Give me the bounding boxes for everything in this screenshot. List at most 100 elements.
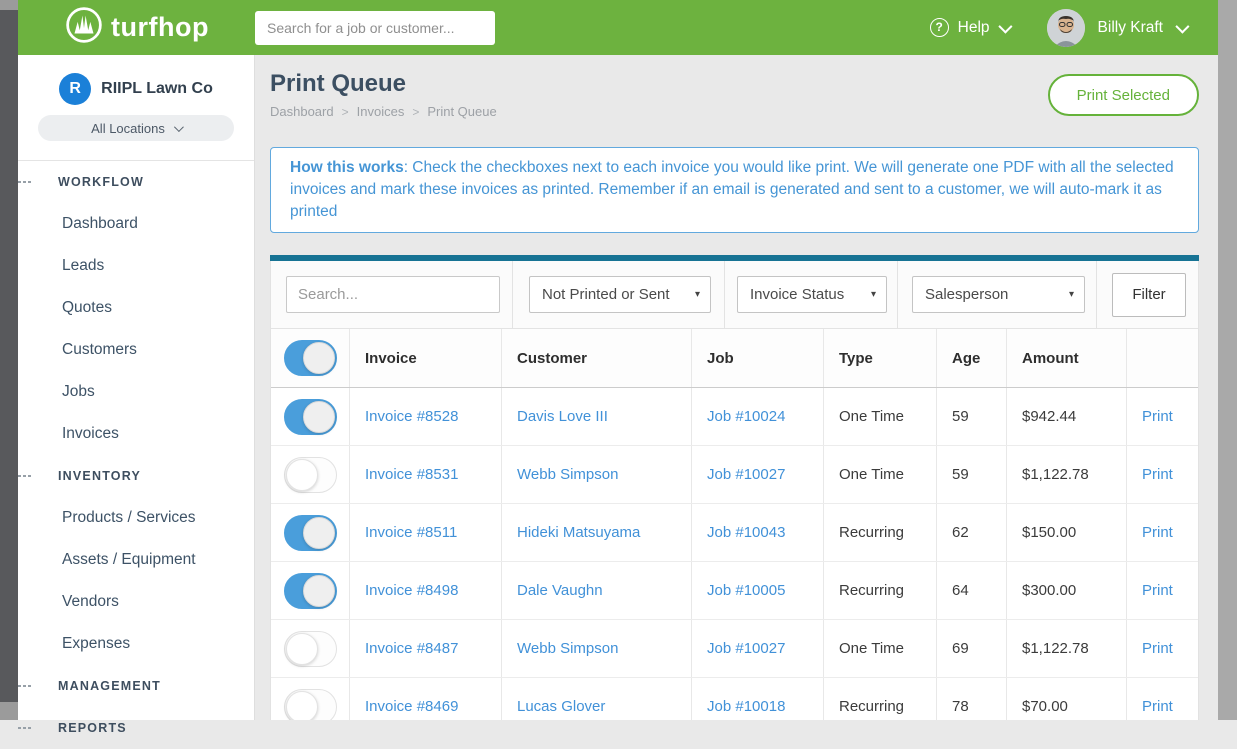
breadcrumb-invoices[interactable]: Invoices: [357, 104, 405, 119]
left-scrollbar[interactable]: [0, 0, 18, 720]
invoice-amount: $942.44: [1006, 388, 1126, 445]
customer-link[interactable]: Dale Vaughn: [517, 582, 603, 599]
sidebar: R RIIPL Lawn Co All Locations WORKFLOW D…: [18, 55, 255, 720]
left-scrollbar-thumb[interactable]: [0, 10, 18, 702]
toggle-knob: [286, 459, 318, 491]
user-menu[interactable]: Billy Kraft: [1047, 9, 1186, 47]
print-link[interactable]: Print: [1142, 582, 1173, 599]
customer-link[interactable]: Lucas Glover: [517, 698, 605, 715]
sidebar-entry[interactable]: INVENTORY: [18, 455, 254, 497]
brand[interactable]: turfhop: [18, 6, 255, 49]
job-link[interactable]: Job #10018: [707, 698, 785, 715]
sidebar-entry[interactable]: Assets / Equipment: [18, 539, 254, 581]
sidebar-entry[interactable]: REPORTS: [18, 707, 254, 749]
brand-name: turfhop: [111, 14, 209, 41]
customer-link[interactable]: Webb Simpson: [517, 640, 618, 657]
invoice-type: Recurring: [823, 562, 936, 619]
invoice-type: One Time: [823, 446, 936, 503]
printed-filter-value: Not Printed or Sent: [542, 286, 670, 303]
location-selector[interactable]: All Locations: [38, 115, 234, 141]
sidebar-entry[interactable]: Vendors: [18, 581, 254, 623]
chevron-down-icon: [1175, 19, 1189, 33]
help-menu[interactable]: ? Help: [930, 18, 1009, 37]
row-select-toggle[interactable]: [284, 457, 337, 493]
invoice-status-select[interactable]: Invoice Status ▾: [737, 276, 887, 313]
company-selector[interactable]: R RIIPL Lawn Co: [18, 69, 254, 109]
row-select-toggle[interactable]: [284, 689, 337, 721]
help-icon: ?: [930, 18, 949, 37]
row-select-toggle[interactable]: [284, 515, 337, 551]
turfhop-logo-icon: [65, 6, 103, 49]
invoice-link[interactable]: Invoice #8528: [365, 408, 458, 425]
invoice-link[interactable]: Invoice #8487: [365, 640, 458, 657]
print-link[interactable]: Print: [1142, 640, 1173, 657]
sidebar-entry[interactable]: MANAGEMENT: [18, 665, 254, 707]
customer-link[interactable]: Webb Simpson: [517, 466, 618, 483]
invoice-type: Recurring: [823, 678, 936, 720]
sidebar-entry[interactable]: Dashboard: [18, 203, 254, 245]
invoice-link[interactable]: Invoice #8511: [365, 524, 457, 541]
toggle-knob: [286, 691, 318, 721]
invoice-status-value: Invoice Status: [750, 286, 844, 303]
global-search-input[interactable]: [255, 11, 495, 45]
table-search-input[interactable]: [286, 276, 500, 313]
sidebar-entry-label: WORKFLOW: [58, 175, 144, 189]
breadcrumb-dashboard[interactable]: Dashboard: [270, 104, 334, 119]
invoice-table-card: Not Printed or Sent ▾ Invoice Status ▾ S…: [270, 255, 1199, 720]
avatar: [1047, 9, 1085, 47]
toggle-knob: [303, 342, 335, 374]
sidebar-entry[interactable]: Leads: [18, 245, 254, 287]
column-header-age: Age: [936, 329, 1006, 387]
printed-filter-select[interactable]: Not Printed or Sent ▾: [529, 276, 711, 313]
print-selected-button[interactable]: Print Selected: [1048, 74, 1199, 116]
sidebar-entry-label: REPORTS: [58, 721, 127, 735]
job-link[interactable]: Job #10027: [707, 466, 785, 483]
column-header-amount: Amount: [1006, 329, 1126, 387]
filter-button[interactable]: Filter: [1112, 273, 1186, 317]
sidebar-entry-label: Dashboard: [62, 215, 138, 233]
invoice-age: 78: [936, 678, 1006, 720]
job-link[interactable]: Job #10027: [707, 640, 785, 657]
sidebar-entry-label: Products / Services: [62, 509, 196, 527]
right-scrollbar[interactable]: [1218, 0, 1237, 720]
print-link[interactable]: Print: [1142, 466, 1173, 483]
table-row: Invoice #8511 Hideki Matsuyama Job #1004…: [271, 504, 1198, 562]
row-select-toggle[interactable]: [284, 631, 337, 667]
sidebar-entry[interactable]: Expenses: [18, 623, 254, 665]
print-link[interactable]: Print: [1142, 698, 1173, 715]
print-link[interactable]: Print: [1142, 408, 1173, 425]
sidebar-entry[interactable]: Customers: [18, 329, 254, 371]
sidebar-entry[interactable]: WORKFLOW: [18, 161, 254, 203]
sidebar-entry[interactable]: Invoices: [18, 413, 254, 455]
table-row: Invoice #8487 Webb Simpson Job #10027 On…: [271, 620, 1198, 678]
job-link[interactable]: Job #10043: [707, 524, 785, 541]
section-dash-icon: [18, 475, 31, 477]
row-select-toggle[interactable]: [284, 573, 337, 609]
table-row: Invoice #8498 Dale Vaughn Job #10005 Rec…: [271, 562, 1198, 620]
company-logo: R: [59, 73, 91, 105]
section-dash-icon: [18, 181, 31, 183]
sidebar-entry[interactable]: Products / Services: [18, 497, 254, 539]
select-all-toggle[interactable]: [284, 340, 337, 376]
print-link[interactable]: Print: [1142, 524, 1173, 541]
customer-link[interactable]: Davis Love III: [517, 408, 608, 425]
salesperson-select[interactable]: Salesperson ▾: [912, 276, 1085, 313]
invoice-link[interactable]: Invoice #8469: [365, 698, 458, 715]
invoice-amount: $300.00: [1006, 562, 1126, 619]
invoice-age: 59: [936, 388, 1006, 445]
column-header-invoice: Invoice: [349, 329, 501, 387]
info-box-text: : Check the checkboxes next to each invo…: [290, 159, 1174, 220]
invoice-link[interactable]: Invoice #8498: [365, 582, 458, 599]
job-link[interactable]: Job #10024: [707, 408, 785, 425]
column-header-customer: Customer: [501, 329, 691, 387]
sidebar-entry[interactable]: Quotes: [18, 287, 254, 329]
sidebar-entry-label: INVENTORY: [58, 469, 141, 483]
toggle-knob: [303, 401, 335, 433]
job-link[interactable]: Job #10005: [707, 582, 785, 599]
customer-link[interactable]: Hideki Matsuyama: [517, 524, 640, 541]
invoice-age: 69: [936, 620, 1006, 677]
invoice-age: 62: [936, 504, 1006, 561]
row-select-toggle[interactable]: [284, 399, 337, 435]
invoice-link[interactable]: Invoice #8531: [365, 466, 458, 483]
sidebar-entry[interactable]: Jobs: [18, 371, 254, 413]
